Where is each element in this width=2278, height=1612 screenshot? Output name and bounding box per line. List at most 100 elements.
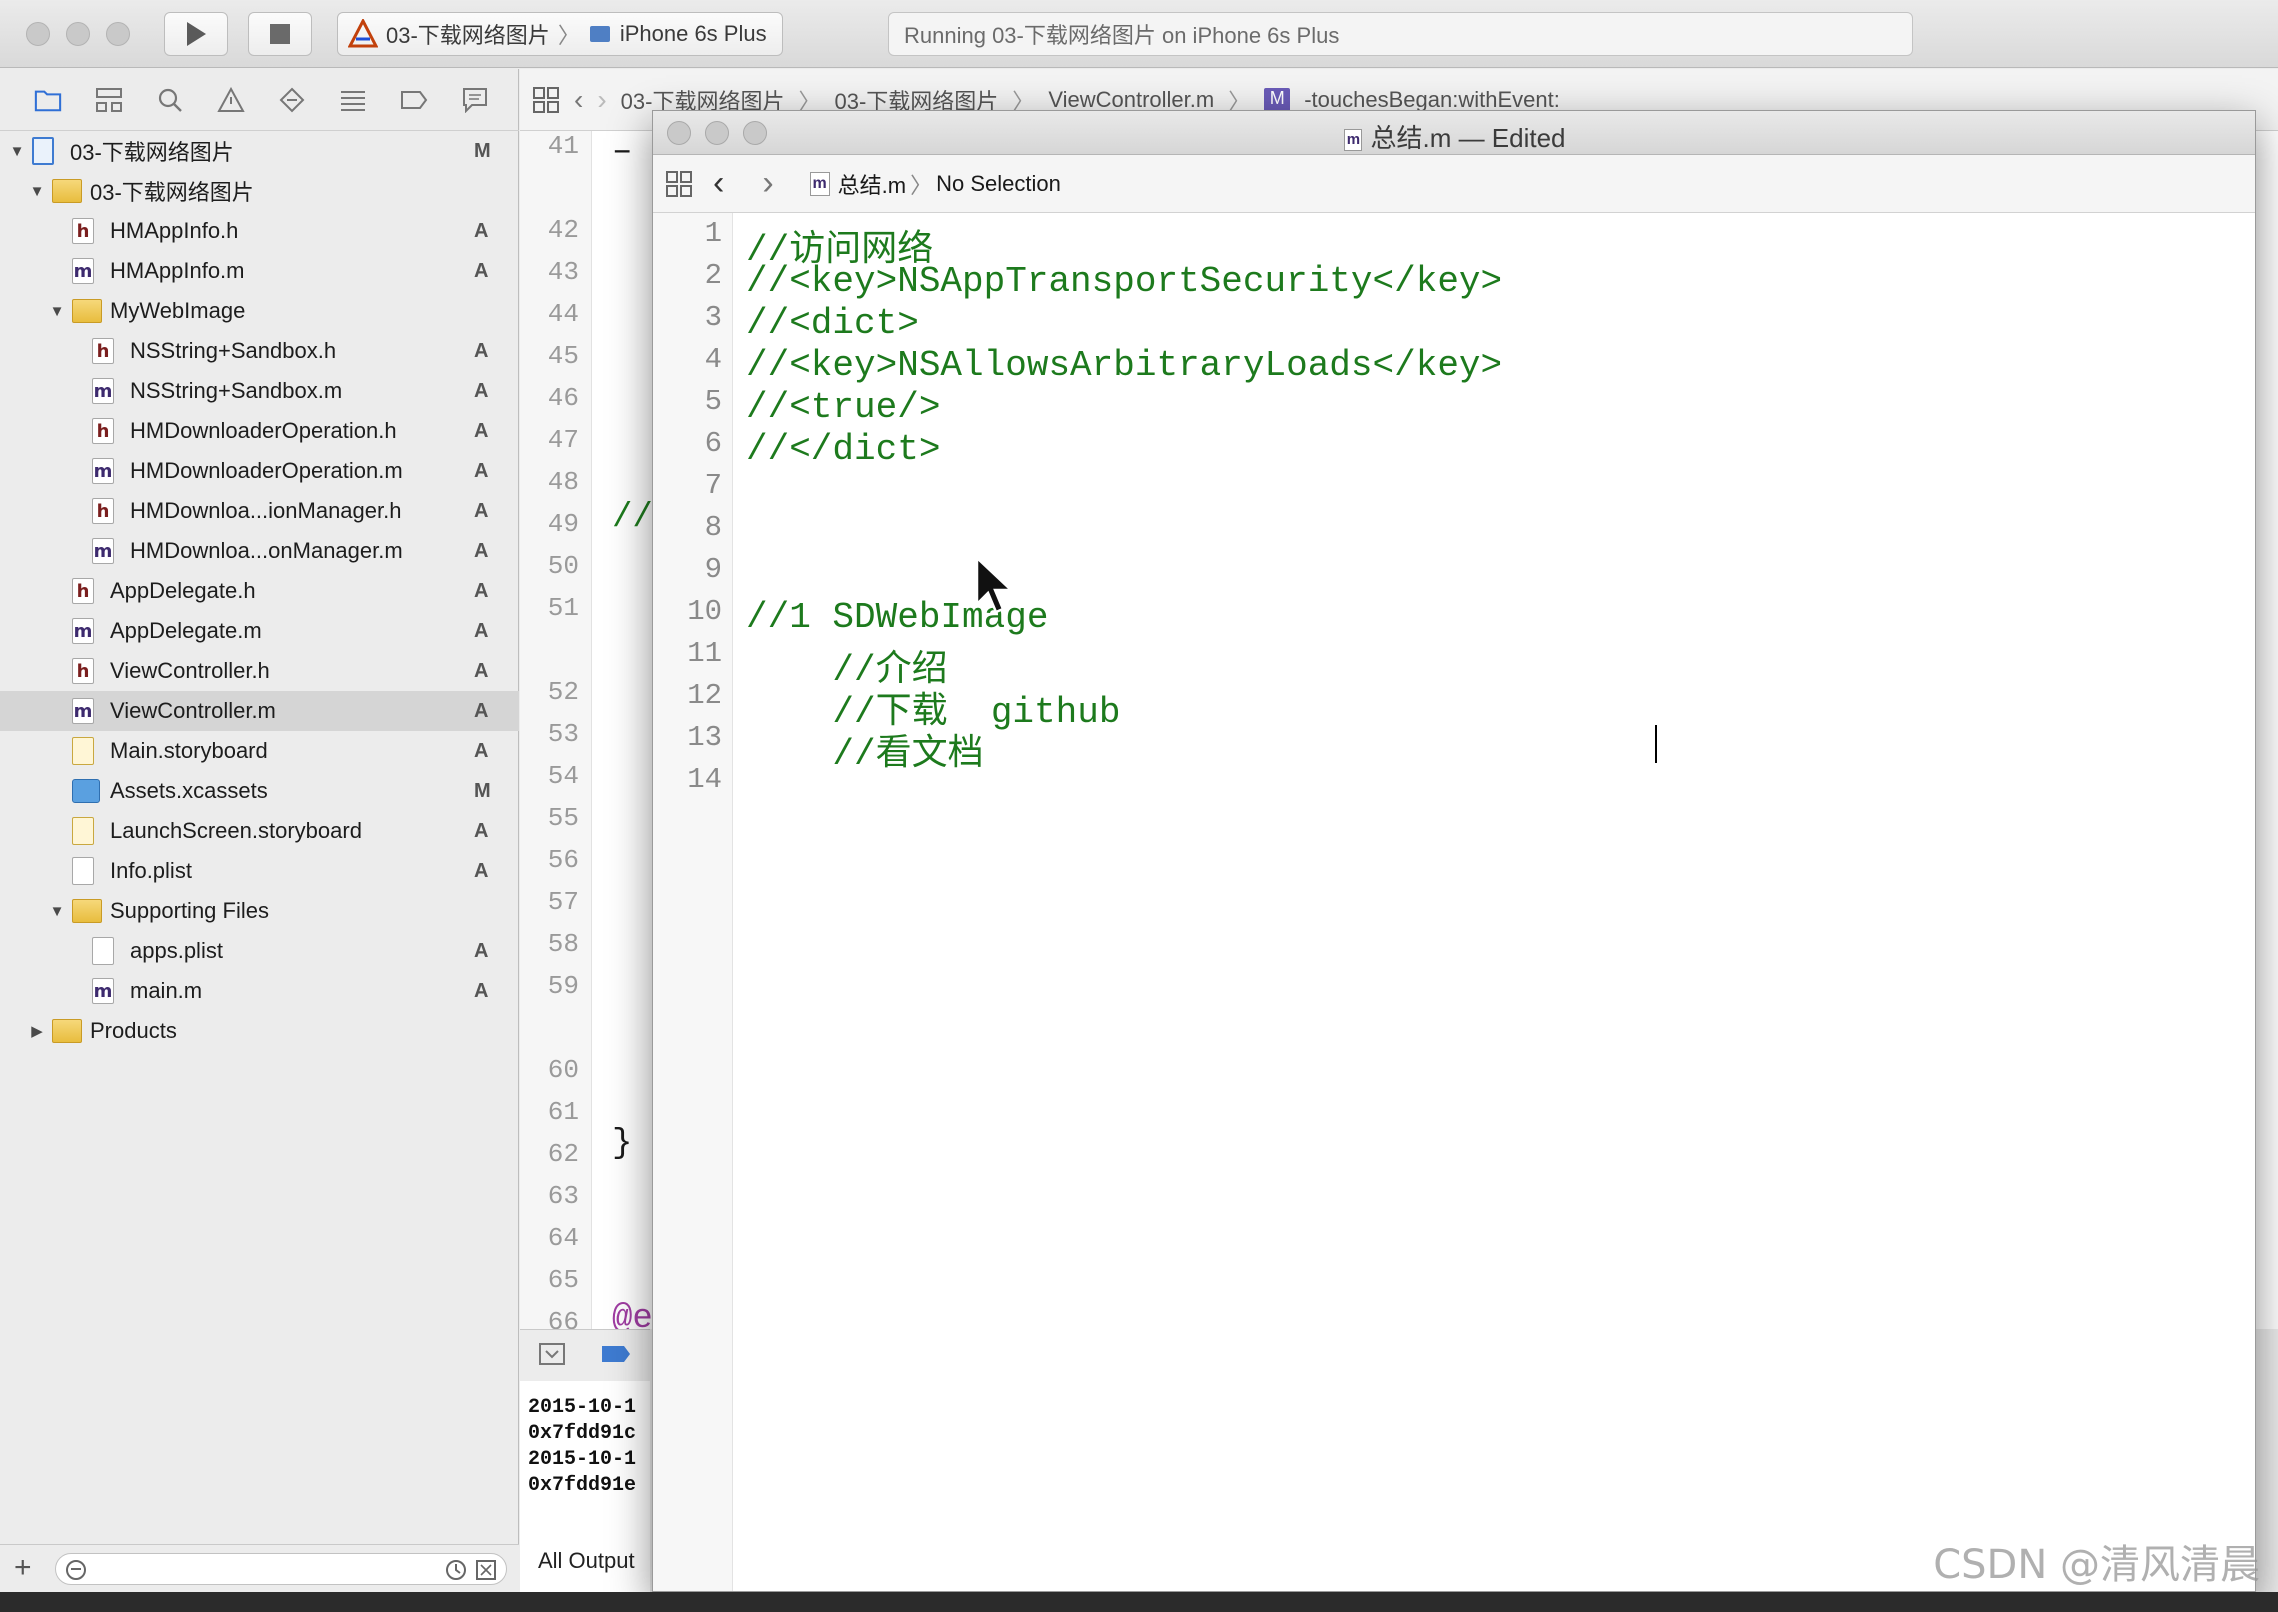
line-number: 46 xyxy=(547,383,579,413)
line-number: 44 xyxy=(547,299,579,329)
scm-filter-icon[interactable] xyxy=(474,1558,498,1582)
jump-file-label[interactable]: 总结.m xyxy=(838,168,906,200)
scm-status-badge: A xyxy=(474,699,489,722)
navigator-tab-bar xyxy=(0,69,519,131)
navigator-row[interactable]: ▼ Supporting Files xyxy=(0,891,519,931)
hide-debug-area-icon[interactable] xyxy=(538,1342,566,1366)
add-file-button[interactable]: + xyxy=(14,1551,32,1585)
related-items-icon[interactable] xyxy=(665,170,693,198)
filter-icon xyxy=(66,1560,86,1580)
line-number: 2 xyxy=(704,259,722,292)
crumb-method[interactable]: -touchesBegan:withEvent: xyxy=(1304,87,1560,113)
navigator-row[interactable]: h HMAppInfo.h A xyxy=(0,211,519,251)
navigator-row[interactable]: h AppDelegate.h A xyxy=(0,571,519,611)
issue-navigator-tab[interactable] xyxy=(217,86,245,114)
implementation-file-icon: m xyxy=(92,978,114,1004)
jump-selection-label[interactable]: No Selection xyxy=(936,171,1061,197)
navigator-row-label: Assets.xcassets xyxy=(110,778,268,803)
navigator-row-label: NSString+Sandbox.m xyxy=(130,378,343,403)
breakpoint-icon xyxy=(401,90,428,109)
scheme-selector[interactable]: 03-下载网络图片 〉 iPhone 6s Plus xyxy=(337,12,783,56)
folder-icon xyxy=(72,299,102,323)
project-navigator-tab[interactable] xyxy=(34,86,62,114)
breakpoint-navigator-tab[interactable] xyxy=(400,86,428,114)
disclosure-expanded-icon[interactable]: ▼ xyxy=(50,903,65,920)
console-line: 0x7fdd91e xyxy=(528,1474,637,1497)
scm-status-badge: A xyxy=(474,419,489,442)
header-file-icon: h xyxy=(72,218,94,244)
navigator-row[interactable]: ▼ MyWebImage xyxy=(0,291,519,331)
related-items-icon[interactable] xyxy=(532,86,560,114)
crumb-file[interactable]: ViewController.m xyxy=(1048,87,1214,113)
navigator-row[interactable]: m AppDelegate.m A xyxy=(0,611,519,651)
navigator-row[interactable]: m main.m A xyxy=(0,971,519,1011)
disclosure-expanded-icon[interactable]: ▼ xyxy=(10,143,25,160)
navigator-row[interactable]: Assets.xcassets M xyxy=(0,771,519,811)
debug-navigator-tab[interactable] xyxy=(339,86,367,114)
forward-arrow-icon[interactable]: › xyxy=(762,164,773,203)
navigator-row[interactable]: h HMDownloa...ionManager.h A xyxy=(0,491,519,531)
navigator-filter-field[interactable] xyxy=(55,1553,507,1585)
back-arrow-icon[interactable]: ‹ xyxy=(574,84,583,116)
line-number: 3 xyxy=(704,301,722,334)
scm-status-badge: A xyxy=(474,539,489,562)
zoom-window-button[interactable] xyxy=(106,22,130,46)
xcode-screen: 03-下载网络图片 〉 iPhone 6s Plus Running 03-下载… xyxy=(0,0,2278,1612)
line-number: 43 xyxy=(547,257,579,287)
navigator-row-label: 03-下载网络图片 xyxy=(70,140,234,165)
navigator-row-label: HMDownloa...onManager.m xyxy=(130,538,403,563)
navigator-row[interactable]: Main.storyboard A xyxy=(0,731,519,771)
code-dash: – xyxy=(612,133,633,171)
code-closing-brace: } xyxy=(612,1125,633,1163)
disclosure-expanded-icon[interactable]: ▼ xyxy=(30,183,45,200)
navigator-row[interactable]: m HMDownloa...onManager.m A xyxy=(0,531,519,571)
line-number: 14 xyxy=(687,763,722,796)
navigator-row[interactable]: h HMDownloaderOperation.h A xyxy=(0,411,519,451)
line-number: 10 xyxy=(687,595,722,628)
plist-file-icon xyxy=(72,857,94,885)
find-navigator-tab[interactable] xyxy=(156,86,184,114)
navigator-row[interactable]: apps.plist A xyxy=(0,931,519,971)
stop-icon xyxy=(270,24,290,44)
close-window-button[interactable] xyxy=(26,22,50,46)
stop-button[interactable] xyxy=(248,12,312,56)
navigator-row-label: MyWebImage xyxy=(110,298,246,323)
navigator-row[interactable]: h ViewController.h A xyxy=(0,651,519,691)
navigator-row[interactable]: ▼ 03-下载网络图片 xyxy=(0,171,519,211)
line-number: 65 xyxy=(547,1265,579,1295)
line-number: 4 xyxy=(704,343,722,376)
recent-files-icon[interactable] xyxy=(444,1558,468,1582)
implementation-file-icon: m xyxy=(72,618,94,644)
scm-status-badge: M xyxy=(474,139,491,162)
navigator-row[interactable]: h NSString+Sandbox.h A xyxy=(0,331,519,371)
navigator-row[interactable]: ▶ Products xyxy=(0,1011,519,1051)
line-number: 7 xyxy=(704,469,722,502)
navigator-row-label: ViewController.m xyxy=(110,698,276,723)
navigator-row[interactable]: Info.plist A xyxy=(0,851,519,891)
line-number: 6 xyxy=(704,427,722,460)
line-number: 48 xyxy=(547,467,579,497)
run-button[interactable] xyxy=(164,12,228,56)
symbol-navigator-tab[interactable] xyxy=(95,86,123,114)
code-line: //<dict> xyxy=(746,303,919,344)
chevron-right-icon: 〉 xyxy=(557,23,580,48)
report-navigator-tab[interactable] xyxy=(461,86,489,114)
disclosure-collapsed-icon[interactable]: ▶ xyxy=(30,1023,44,1040)
navigator-row[interactable]: ▼ 03-下载网络图片 M xyxy=(0,131,519,171)
navigator-row[interactable]: m ViewController.m A xyxy=(0,691,519,731)
test-navigator-tab[interactable] xyxy=(278,86,306,114)
all-output-selector[interactable]: All Output xyxy=(538,1548,635,1574)
back-arrow-icon[interactable]: ‹ xyxy=(713,164,724,203)
disclosure-expanded-icon[interactable]: ▼ xyxy=(50,303,65,320)
navigator-row[interactable]: m HMAppInfo.m A xyxy=(0,251,519,291)
breakpoints-toggle-icon[interactable] xyxy=(600,1344,632,1364)
scm-status-badge: A xyxy=(474,499,489,522)
file-tree: ▼ 03-下载网络图片 M ▼ 03-下载网络图片 h HMAppInfo.h Am HMApp… xyxy=(0,131,519,1051)
navigator-row[interactable]: m NSString+Sandbox.m A xyxy=(0,371,519,411)
navigator-row[interactable]: m HMDownloaderOperation.m A xyxy=(0,451,519,491)
forward-arrow-icon[interactable]: › xyxy=(597,84,606,116)
scm-status-badge: A xyxy=(474,259,489,282)
navigator-row[interactable]: LaunchScreen.storyboard A xyxy=(0,811,519,851)
asset-catalog-icon xyxy=(72,779,100,803)
minimize-window-button[interactable] xyxy=(66,22,90,46)
